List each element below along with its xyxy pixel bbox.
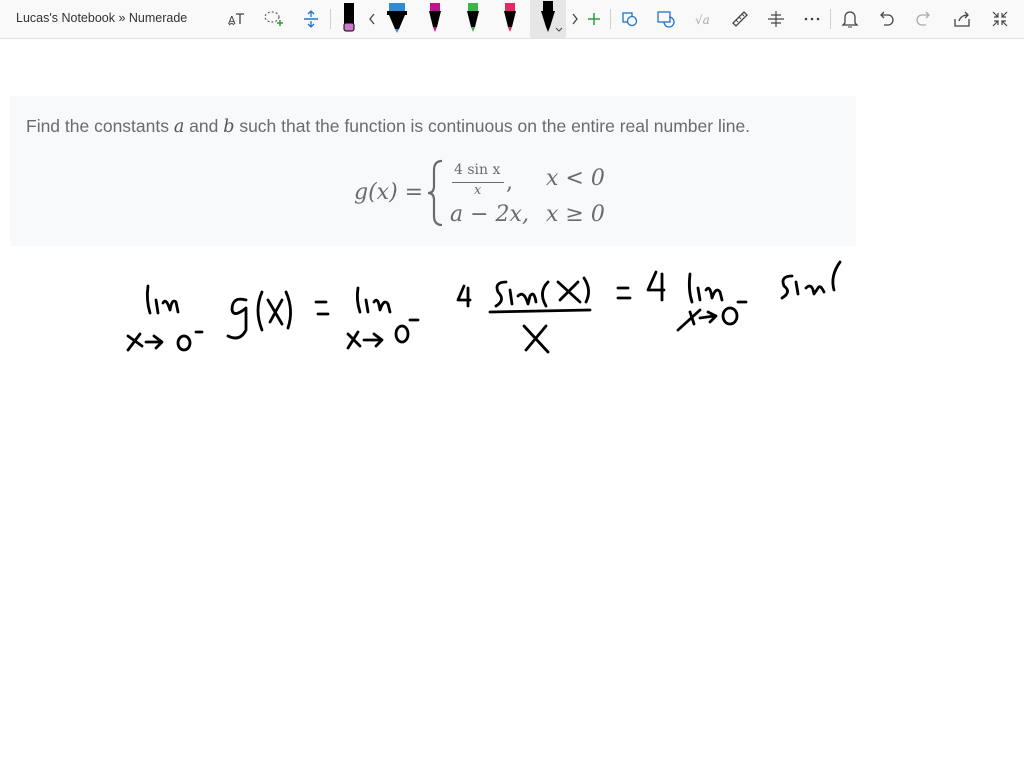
handwritten-ink [126,260,842,354]
